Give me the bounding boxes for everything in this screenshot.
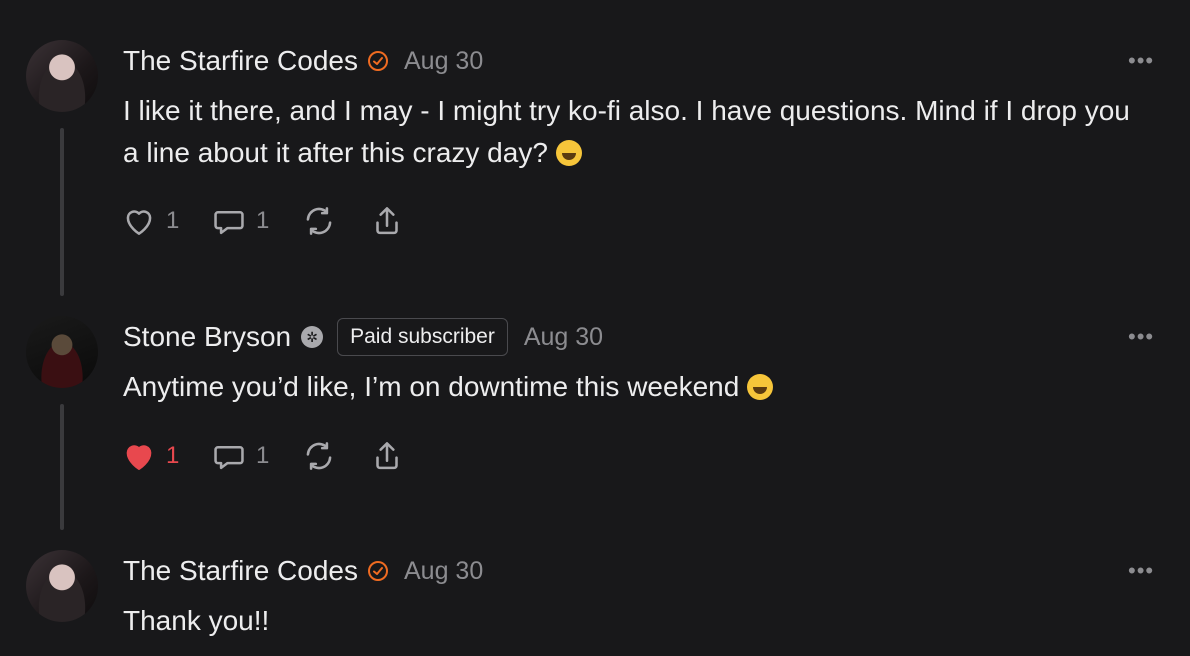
grinning-face-emoji: [747, 374, 774, 400]
restack-icon: [306, 207, 332, 235]
heart-icon: [126, 210, 152, 235]
like-count: 1: [166, 442, 180, 469]
restack-button[interactable]: [300, 437, 338, 475]
like-count: 1: [166, 207, 180, 234]
comment-icon: [214, 211, 244, 235]
comment-header: The Starfire Codes Aug 30: [123, 41, 483, 81]
restack-icon: [306, 442, 332, 470]
paid-subscriber-badge: Paid subscriber: [337, 318, 508, 356]
reply-count: 1: [256, 442, 270, 469]
author-name[interactable]: The Starfire Codes: [123, 555, 358, 587]
reply-button[interactable]: 1: [210, 202, 270, 240]
avatar[interactable]: [26, 40, 98, 112]
thread-line: [60, 404, 64, 530]
share-button[interactable]: [368, 437, 406, 475]
comment-header: Stone Bryson ✲ Paid subscriber Aug 30: [123, 317, 603, 357]
reply-button[interactable]: 1: [210, 437, 270, 475]
subscriber-icon: ✲: [301, 326, 324, 348]
comment-date[interactable]: Aug 30: [404, 557, 483, 586]
like-button[interactable]: 1: [120, 437, 180, 475]
comment-text: I like it there, and I may - I might try…: [123, 90, 1133, 174]
heart-icon: [126, 445, 152, 470]
comment-icon: [214, 446, 244, 470]
restack-button[interactable]: [300, 202, 338, 240]
comment-header: The Starfire Codes Aug 30: [123, 551, 483, 591]
avatar[interactable]: [26, 550, 98, 622]
comment-actions: 1 1: [120, 201, 436, 241]
share-icon: [376, 207, 398, 235]
more-icon[interactable]: •••: [1128, 48, 1154, 74]
verified-check-icon: [368, 561, 388, 581]
comment-text: Thank you!!: [123, 600, 1133, 642]
comment-date[interactable]: Aug 30: [524, 323, 603, 352]
comment-body: I like it there, and I may - I might try…: [123, 95, 1130, 168]
comment-text: Anytime you’d like, I’m on downtime this…: [123, 366, 1133, 408]
share-icon: [376, 442, 398, 470]
avatar[interactable]: [26, 316, 98, 388]
comment-body: Anytime you’d like, I’m on downtime this…: [123, 371, 748, 402]
author-name[interactable]: Stone Bryson: [123, 321, 291, 353]
more-icon[interactable]: •••: [1128, 558, 1154, 584]
thread-line: [60, 128, 64, 296]
rolling-on-floor-laughing-emoji: [555, 140, 582, 166]
reply-count: 1: [256, 207, 270, 234]
comment-date[interactable]: Aug 30: [404, 47, 483, 76]
comment-body: Thank you!!: [123, 605, 270, 636]
more-icon[interactable]: •••: [1128, 324, 1154, 350]
share-button[interactable]: [368, 202, 406, 240]
like-button[interactable]: 1: [120, 202, 180, 240]
comment-actions: 1 1: [120, 436, 436, 476]
verified-check-icon: [368, 51, 388, 71]
author-name[interactable]: The Starfire Codes: [123, 45, 358, 77]
